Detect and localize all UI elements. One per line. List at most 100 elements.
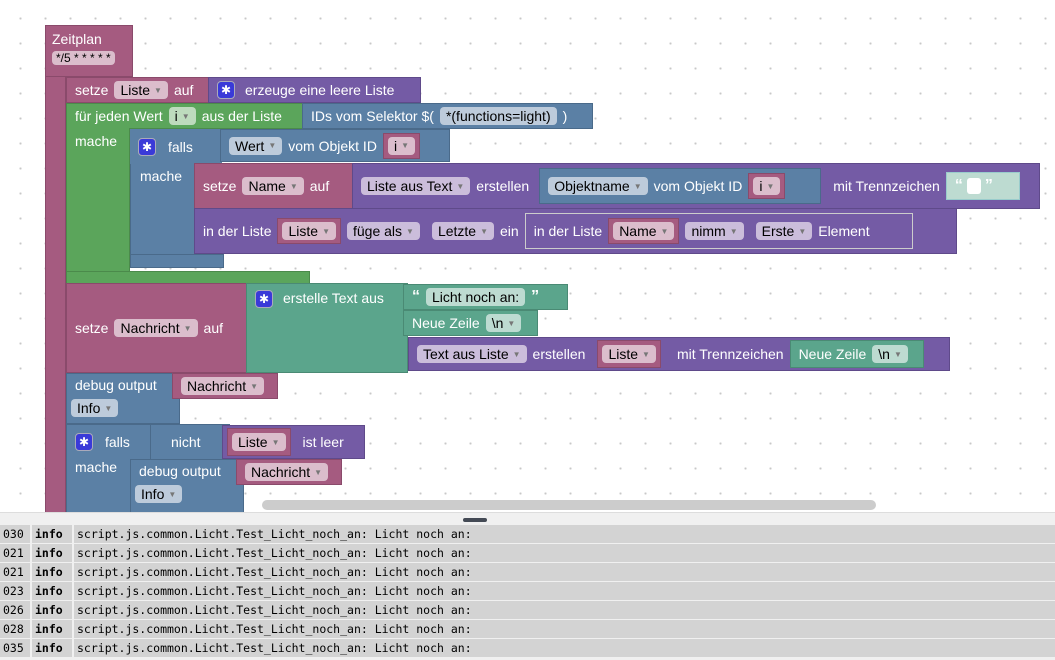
if-bottom [130,254,224,268]
level-dropdown[interactable]: Info ▼ [71,399,119,417]
prop-dropdown[interactable]: Objektname ▼ [548,177,648,195]
for-each-block[interactable]: für jeden Wert i ▼ aus der Liste [66,103,310,129]
var-list-block[interactable]: Liste ▼ [227,428,291,456]
log-row: 026 info script.js.common.Licht.Test_Licht… [0,601,1055,619]
split-text-block[interactable]: Liste aus Text ▼ erstellen Objektname ▼ vo… [352,163,1040,209]
prop-dropdown[interactable]: Wert ▼ [229,136,283,155]
chevron-down-icon: ▼ [154,85,162,95]
var-i-block[interactable]: i ▼ [382,132,420,159]
var-dropdown[interactable]: i ▼ [753,177,781,195]
var-dropdown[interactable]: Nachricht ▼ [114,319,198,337]
newline-block[interactable]: Neue Zeile \n ▼ [403,310,538,336]
selector-block[interactable]: IDs vom Selektor $( *(functions=light) ) [302,103,593,129]
set-list-block[interactable]: setze Liste ▼ auf [66,77,210,103]
value: Nachricht [187,378,247,394]
text-field[interactable] [966,178,981,194]
gear-icon[interactable]: ✱ [255,290,273,308]
horizontal-scrollbar[interactable] [262,500,876,510]
level-dropdown[interactable]: Info ▼ [135,485,183,503]
var-dropdown[interactable]: Liste ▼ [114,81,168,99]
var-dropdown[interactable]: Nachricht ▼ [245,463,329,481]
var-list-block[interactable]: Liste ▼ [597,340,661,368]
newline-dropdown[interactable]: \n ▼ [872,345,908,363]
get-dropdown[interactable]: nimm ▼ [685,222,744,240]
mode-dropdown[interactable]: Text aus Liste ▼ [417,345,527,363]
blockly-workspace[interactable]: Zeitplan */5 * * * * * setze Liste ▼ auf … [0,0,1055,512]
chevron-down-icon: ▼ [456,181,465,191]
gear-icon[interactable]: ✱ [217,81,235,99]
log-message: script.js.common.Licht.Test_Licht_noch_a… [74,601,1055,619]
create-empty-list-block[interactable]: ✱ erzeuge eine leere Liste [208,77,421,103]
log-level: info [32,544,72,562]
schedule-block[interactable]: Zeitplan */5 * * * * * [45,25,133,77]
cron-field[interactable]: */5 * * * * * [52,51,115,65]
chevron-down-icon: ▼ [250,381,259,391]
newline-dropdown[interactable]: \n ▼ [485,314,522,332]
log-row: 035 info script.js.common.Licht.Test_Licht… [0,639,1055,657]
if-do-label: mache [132,165,190,187]
chevron-down-icon: ▼ [642,349,650,359]
gear-icon[interactable]: ✱ [75,433,93,451]
var-dropdown[interactable]: i ▼ [387,136,415,155]
var-message-block[interactable]: Nachricht ▼ [172,373,278,399]
list-get-block[interactable]: in der Liste Name ▼ nimm ▼ Erste ▼ Element [524,213,913,249]
newline-block[interactable]: Neue Zeile \n ▼ [789,340,924,368]
text-field[interactable]: Licht noch an: [426,288,526,306]
log-level: info [32,525,72,543]
label: auf [173,82,194,98]
set-message-block[interactable]: setze Nachricht ▼ auf [66,283,248,373]
value: \n [491,315,504,331]
text-join-block[interactable]: ✱ erstelle Text aus [246,283,408,373]
var-dropdown[interactable]: Liste ▼ [282,222,336,240]
not-block[interactable]: nicht [150,424,230,460]
chevron-down-icon: ▼ [271,437,280,447]
where-dropdown[interactable]: Letzte ▼ [431,222,495,240]
get-object-block[interactable]: Objektname ▼ vom Objekt ID i ▼ [539,168,822,204]
log-time: 026 [0,601,30,619]
join-list-block[interactable]: Text aus Liste ▼ erstellen Liste ▼ mit Tre… [408,337,950,371]
log-message: script.js.common.Licht.Test_Licht_noch_a… [74,582,1055,600]
loop-var-dropdown[interactable]: i ▼ [168,107,196,125]
var-dropdown[interactable]: Name ▼ [242,177,304,195]
debug-output-block[interactable]: debug output Info ▼ [66,373,180,424]
chevron-down-icon: ▼ [660,226,669,236]
log-message: script.js.common.Licht.Test_Licht_noch_a… [74,525,1055,543]
mode-dropdown[interactable]: füge als ▼ [346,222,420,240]
is-empty-block[interactable]: Liste ▼ ist leer [222,425,365,459]
debug-output-block[interactable]: debug output Info ▼ [130,459,244,512]
resize-handle[interactable] [463,518,487,522]
var-i-block[interactable]: i ▼ [748,173,786,199]
chevron-down-icon: ▼ [512,349,521,359]
log-row: 021 info script.js.common.Licht.Test_Licht… [0,563,1055,581]
var-list-block[interactable]: Liste ▼ [277,218,341,244]
if-block[interactable]: ✱ falls [130,129,222,164]
gear-icon[interactable]: ✱ [138,137,156,156]
label: debug output [75,377,157,393]
where-dropdown[interactable]: Erste ▼ [755,222,813,240]
log-time: 035 [0,639,30,657]
get-state-block[interactable]: Wert ▼ vom Objekt ID i ▼ [220,129,450,162]
var-message-block[interactable]: Nachricht ▼ [236,459,342,485]
value: füge als [352,223,403,239]
var-dropdown[interactable]: Liste ▼ [602,345,656,363]
value: Liste [120,82,151,98]
log-row: 021 info script.js.common.Licht.Test_Licht… [0,544,1055,562]
var-dropdown[interactable]: Nachricht ▼ [181,377,265,395]
var-dropdown[interactable]: Liste ▼ [232,433,286,451]
log-message: script.js.common.Licht.Test_Licht_noch_a… [74,544,1055,562]
set-name-block[interactable]: setze Name ▼ auf [194,163,354,209]
empty-text-block[interactable]: “” [945,172,1020,200]
list-insert-block[interactable]: in der Liste Liste ▼ füge als ▼ Letzte ▼ ei… [194,208,957,254]
text-block[interactable]: “ Licht noch an: ” [403,284,568,310]
selector-field[interactable]: *(functions=light) [439,107,557,125]
mode-dropdown[interactable]: Liste aus Text ▼ [361,177,471,195]
label: mit Trennzeichen [833,178,940,194]
label: erzeuge eine leere Liste [245,82,395,98]
var-name-block[interactable]: Name ▼ [608,218,680,244]
label: IDs vom Selektor $( [311,108,434,124]
var-dropdown[interactable]: Name ▼ [613,222,675,240]
log-row: 023 info script.js.common.Licht.Test_Licht… [0,582,1055,600]
log-level: info [32,639,72,657]
log-row: 030 info script.js.common.Licht.Test_Licht… [0,525,1055,543]
value: Name [619,223,657,239]
